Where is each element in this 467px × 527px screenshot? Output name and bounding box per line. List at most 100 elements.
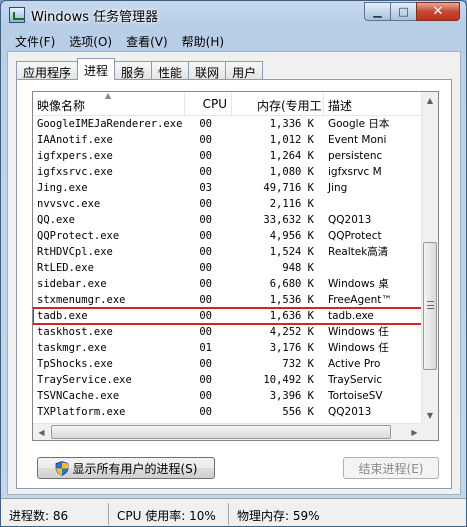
cell-description: QQProtect	[328, 230, 382, 242]
process-list[interactable]: ▲ 映像名称 CPU 内存(专用工... 描述 GoogleIMEJaRende…	[32, 91, 439, 441]
cell-memory: 4,956 K	[269, 230, 314, 242]
menu-options[interactable]: 选项(O)	[61, 31, 118, 51]
table-row[interactable]: TSVNCache.exe 00 3,396 K TortoiseSV	[33, 388, 423, 404]
cell-cpu: 00	[199, 358, 212, 370]
menu-file[interactable]: 文件(F)	[7, 31, 61, 51]
cell-description	[324, 260, 423, 276]
table-row[interactable]: QQ.exe 00 33,632 K QQ2013	[33, 212, 423, 228]
minimize-icon: ▁	[373, 5, 382, 18]
cell-image-name: QQProtect.exe	[37, 230, 120, 242]
horizontal-scroll-thumb[interactable]	[51, 425, 391, 439]
scroll-corner	[421, 423, 438, 440]
title-bar[interactable]: Windows 任务管理器 ▁ □ ✕	[1, 1, 466, 29]
cell-cpu: 00	[199, 294, 212, 306]
table-row[interactable]: sidebar.exe 00 6,680 K Windows 桌	[33, 276, 423, 292]
cell-image-name: tadb.exe	[37, 310, 88, 322]
close-button[interactable]: ✕	[416, 2, 460, 21]
vertical-scroll-thumb[interactable]	[423, 242, 437, 370]
table-row[interactable]: stxmenumgr.exe 00 1,536 K FreeAgent™	[33, 292, 423, 308]
scroll-left-button[interactable]: ◀	[33, 424, 50, 440]
cell-description: Windows 任	[328, 342, 389, 354]
tab-performance[interactable]: 性能	[151, 61, 190, 80]
cell-memory: 732 K	[282, 358, 314, 370]
cell-cpu: 00	[199, 134, 212, 146]
scroll-up-button[interactable]: ▲	[422, 92, 438, 109]
column-description[interactable]: 描述	[324, 92, 423, 116]
task-manager-icon	[9, 7, 25, 23]
cell-cpu: 03	[199, 182, 212, 194]
process-rows: GoogleIMEJaRenderer.exe 00 1,336 K Google 日…	[33, 116, 424, 436]
cell-image-name: igfxsrvc.exe	[37, 166, 113, 178]
menu-help[interactable]: 帮助(H)	[174, 31, 230, 51]
vertical-scrollbar[interactable]: ▲ ▼	[421, 92, 438, 424]
cell-image-name: taskhost.exe	[37, 326, 113, 338]
cell-memory: 3,396 K	[269, 390, 314, 402]
uac-shield-icon	[55, 460, 69, 476]
tab-processes[interactable]: 进程	[77, 58, 116, 80]
table-row[interactable]: igfxsrvc.exe 00 1,080 K igfxsrvc M	[33, 164, 423, 180]
cell-description: Jing	[328, 182, 348, 194]
cell-description: TrayServic	[328, 374, 383, 386]
cell-memory: 948 K	[282, 262, 314, 274]
column-memory[interactable]: 内存(专用工...	[232, 92, 324, 116]
end-process-button[interactable]: 结束进程(E)	[343, 457, 439, 479]
maximize-button[interactable]: □	[390, 2, 416, 21]
table-row[interactable]: TrayService.exe 00 10,492 K TrayServic	[33, 372, 423, 388]
cell-memory: 1,080 K	[269, 166, 314, 178]
table-row[interactable]: TpShocks.exe 00 732 K Active Pro	[33, 356, 423, 372]
cell-cpu: 00	[199, 118, 212, 130]
table-row[interactable]: Jing.exe 03 49,716 K Jing	[33, 180, 423, 196]
cell-memory: 1,636 K	[269, 310, 314, 322]
table-row[interactable]: tadb.exe 00 1,636 K tadb.exe	[33, 307, 424, 325]
cell-cpu: 00	[199, 198, 212, 210]
cell-image-name: QQ.exe	[37, 214, 75, 226]
table-row[interactable]: GoogleIMEJaRenderer.exe 00 1,336 K Google 日…	[33, 116, 423, 132]
cell-memory: 10,492 K	[263, 374, 314, 386]
cell-memory: 33,632 K	[263, 214, 314, 226]
table-row[interactable]: QQProtect.exe 00 4,956 K QQProtect	[33, 228, 423, 244]
minimize-button[interactable]: ▁	[364, 2, 390, 21]
cell-description: persistenc	[328, 150, 383, 162]
tab-users[interactable]: 用户	[225, 61, 264, 80]
column-label: 映像名称	[37, 99, 86, 113]
column-image-name[interactable]: ▲ 映像名称	[33, 92, 185, 116]
tab-applications[interactable]: 应用程序	[16, 61, 79, 80]
table-row[interactable]: nvvsvc.exe 00 2,116 K	[33, 196, 423, 212]
cell-memory: 556 K	[282, 406, 314, 418]
sort-up-icon: ▲	[105, 92, 112, 100]
tab-networking[interactable]: 联网	[188, 61, 227, 80]
table-row[interactable]: igfxpers.exe 00 1,264 K persistenc	[33, 148, 423, 164]
scroll-up-icon: ▲	[426, 96, 434, 105]
client-area: 应用程序 进程 服务 性能 联网 用户 ▲ 映像名称 CPU 内存(专用工...…	[7, 51, 461, 495]
cell-image-name: taskmgr.exe	[37, 342, 107, 354]
table-row[interactable]: taskmgr.exe 01 3,176 K Windows 任	[33, 340, 423, 356]
tab-services[interactable]: 服务	[114, 61, 153, 80]
status-physical-memory: 物理内存: 59%	[237, 508, 320, 523]
cell-cpu: 00	[199, 278, 212, 290]
table-row[interactable]: taskhost.exe 00 4,252 K Windows 任	[33, 324, 423, 340]
column-cpu[interactable]: CPU	[185, 92, 232, 116]
cell-cpu: 00	[199, 246, 212, 258]
cell-description: igfxsrvc M	[328, 166, 382, 178]
cell-cpu: 00	[199, 390, 212, 402]
cell-image-name: RtHDVCpl.exe	[37, 246, 113, 258]
cell-description: Google 日本	[328, 118, 390, 130]
cell-memory: 1,336 K	[269, 118, 314, 130]
cell-cpu: 00	[199, 326, 212, 338]
table-row[interactable]: IAAnotif.exe 00 1,012 K Event Moni	[33, 132, 423, 148]
show-all-users-button[interactable]: 显示所有用户的进程(S)	[37, 457, 215, 479]
menu-bar: 文件(F) 选项(O) 查看(V) 帮助(H)	[7, 31, 230, 51]
caption-buttons: ▁ □ ✕	[364, 2, 460, 21]
cell-cpu: 00	[199, 310, 212, 322]
cell-memory: 6,680 K	[269, 278, 314, 290]
tab-strip: 应用程序 进程 服务 性能 联网 用户	[16, 58, 264, 80]
scroll-down-button[interactable]: ▼	[422, 407, 438, 424]
menu-view[interactable]: 查看(V)	[118, 31, 174, 51]
horizontal-scrollbar[interactable]: ◀ ▶	[33, 423, 423, 440]
table-row[interactable]: RtHDVCpl.exe 00 1,524 K Realtek高清	[33, 244, 423, 260]
cell-memory: 1,536 K	[269, 294, 314, 306]
cell-memory: 1,012 K	[269, 134, 314, 146]
table-row[interactable]: TXPlatform.exe 00 556 K QQ2013	[33, 404, 423, 420]
table-row[interactable]: RtLED.exe 00 948 K	[33, 260, 423, 276]
cell-cpu: 00	[199, 262, 212, 274]
